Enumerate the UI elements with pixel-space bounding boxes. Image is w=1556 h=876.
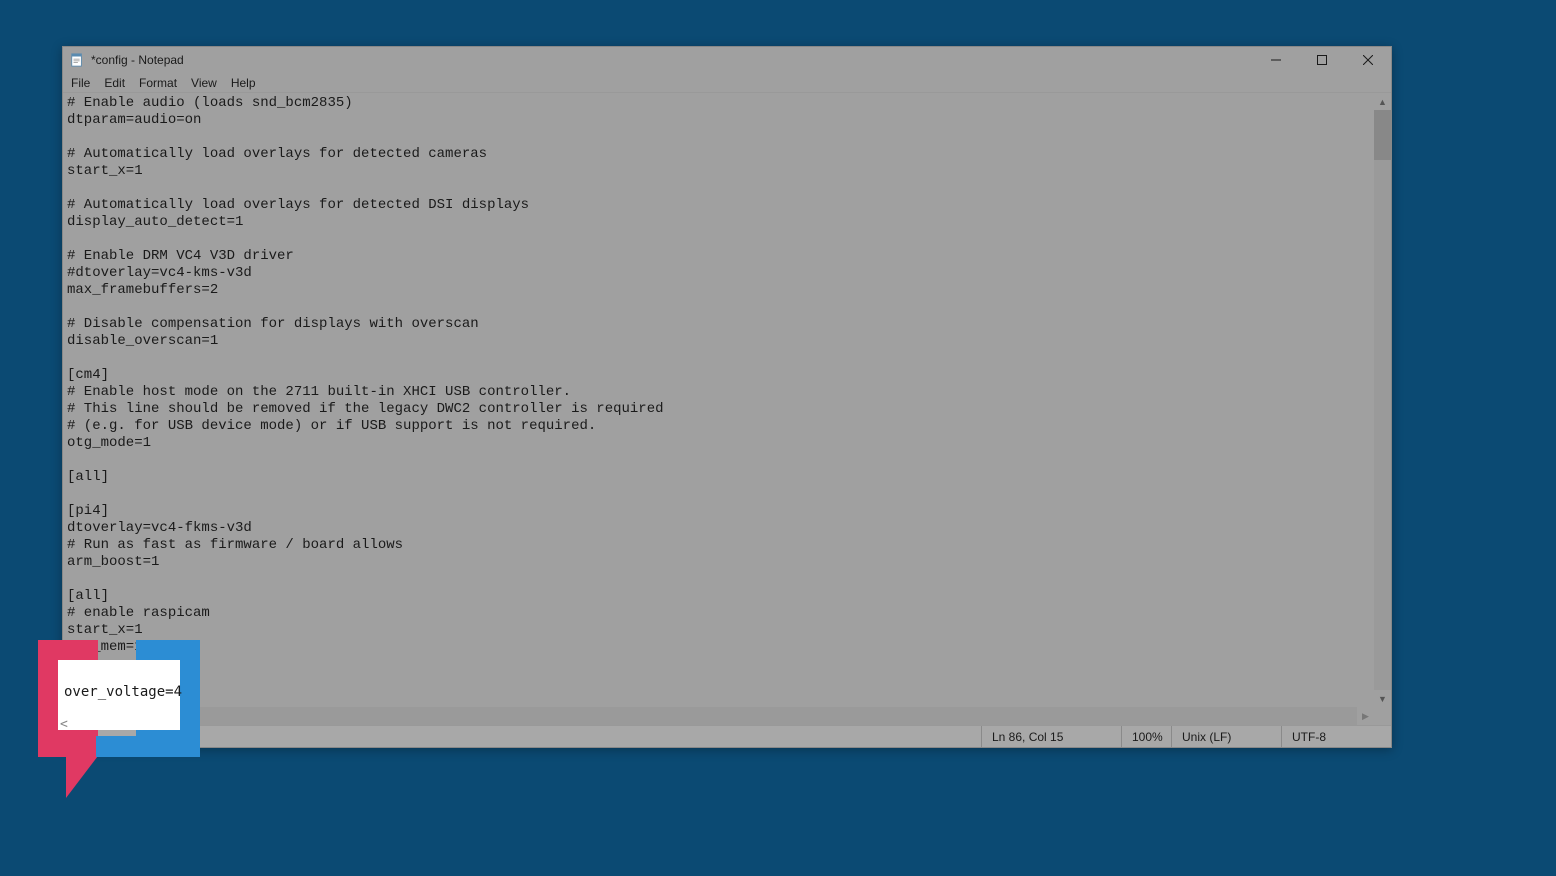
editor-textarea[interactable]: # Enable audio (loads snd_bcm2835) dtpar…	[63, 93, 1391, 725]
menubar: File Edit Format View Help	[63, 73, 1391, 93]
scroll-right-button[interactable]: ▶	[1357, 707, 1374, 725]
menu-help[interactable]: Help	[229, 76, 258, 90]
window-title: *config - Notepad	[91, 53, 1253, 67]
close-button[interactable]	[1345, 47, 1391, 73]
hscroll-track[interactable]	[80, 707, 1357, 725]
scroll-down-button[interactable]: ▼	[1374, 690, 1391, 707]
status-eol: Unix (LF)	[1171, 726, 1281, 747]
menu-file[interactable]: File	[69, 76, 92, 90]
notepad-window: *config - Notepad File Edit Format View …	[62, 46, 1392, 748]
vertical-scrollbar[interactable]: ▲ ▼	[1374, 93, 1391, 707]
callout-red-tail	[66, 748, 104, 798]
minimize-button[interactable]	[1253, 47, 1299, 73]
status-zoom: 100%	[1121, 726, 1171, 747]
menu-format[interactable]: Format	[137, 76, 179, 90]
titlebar[interactable]: *config - Notepad	[63, 47, 1391, 73]
menu-edit[interactable]: Edit	[102, 76, 127, 90]
horizontal-scrollbar[interactable]: ◀ ▶	[63, 707, 1374, 725]
vscroll-thumb[interactable]	[1374, 110, 1391, 160]
notepad-icon	[69, 52, 85, 68]
menu-view[interactable]: View	[189, 76, 219, 90]
scroll-up-button[interactable]: ▲	[1374, 93, 1391, 110]
editor-container: # Enable audio (loads snd_bcm2835) dtpar…	[63, 93, 1391, 725]
status-position: Ln 86, Col 15	[981, 726, 1121, 747]
vscroll-track[interactable]	[1374, 110, 1391, 690]
maximize-button[interactable]	[1299, 47, 1345, 73]
status-encoding: UTF-8	[1281, 726, 1391, 747]
scroll-left-button[interactable]: ◀	[63, 707, 80, 725]
statusbar: Ln 86, Col 15 100% Unix (LF) UTF-8	[63, 725, 1391, 747]
